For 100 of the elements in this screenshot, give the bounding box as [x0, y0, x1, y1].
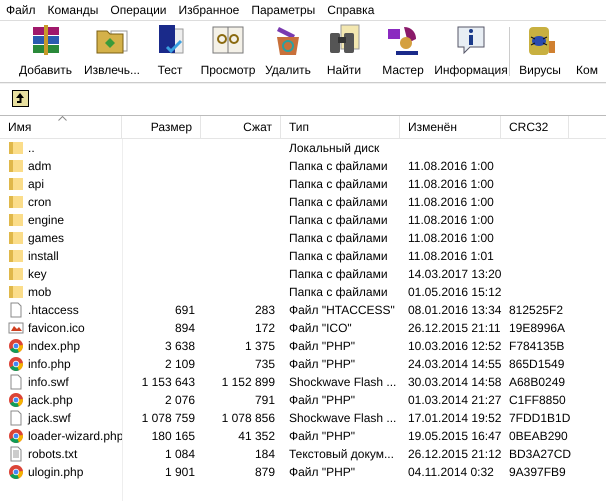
file-name[interactable]: info.php [28, 355, 71, 373]
table-cell-text: 2 109 [164, 356, 195, 373]
menu-item[interactable]: Команды [42, 1, 104, 19]
table-cell-text: Shockwave Flash ... [289, 410, 396, 427]
table-cell-text: 41 352 [238, 428, 275, 445]
column-header[interactable]: Размер [122, 116, 201, 138]
folder-icon [8, 284, 24, 300]
browser-icon [8, 356, 24, 372]
file-name[interactable]: ulogin.php [28, 463, 84, 481]
column-header[interactable]: Сжат [201, 116, 281, 138]
folder-icon [8, 194, 24, 210]
table-cell-text: 1 078 856 [222, 410, 275, 427]
file-name[interactable]: favicon.ico [28, 319, 85, 337]
browser-icon [8, 338, 24, 354]
table-cell-text: Файл "PHP" [289, 428, 356, 445]
file-name[interactable]: info.swf [28, 373, 69, 391]
table-cell-text: 791 [254, 392, 275, 409]
menu-item[interactable]: Файл [0, 1, 42, 19]
table-cell-text: Папка с файлами [289, 194, 388, 211]
table-cell-text: 11.08.2016 1:00 [408, 176, 494, 193]
table-cell-text: Папка с файлами [289, 266, 388, 283]
file-name[interactable]: loader-wizard.php [28, 427, 124, 445]
toolbar-button[interactable]: Просмотр [197, 21, 259, 82]
table-cell-text: 11.08.2016 1:00 [408, 230, 494, 247]
file-name[interactable]: mob [28, 283, 52, 301]
table-cell-text: Файл "PHP" [289, 338, 356, 355]
file-icon [8, 410, 24, 426]
folder-icon [8, 248, 24, 264]
menu-item[interactable]: Операции [104, 1, 172, 19]
table-cell-text: 10.03.2016 12:52 [408, 338, 502, 355]
toolbar-button[interactable]: Тест [143, 21, 197, 82]
menu-item[interactable]: Параметры [245, 1, 322, 19]
table-cell-text: 735 [254, 356, 275, 373]
table-cell-text: 1 153 643 [142, 374, 195, 391]
table-cell-text: 1 901 [164, 464, 195, 481]
up-button[interactable] [12, 90, 29, 106]
table-cell-text: 865D1549 [509, 356, 564, 373]
file-name[interactable]: games [28, 229, 64, 247]
file-name[interactable]: install [28, 247, 59, 265]
table-cell-text: Папка с файлами [289, 248, 388, 265]
toolbar-button[interactable]: Информация [435, 21, 507, 82]
browser-icon [8, 464, 24, 480]
file-name[interactable]: jack.php [28, 391, 73, 409]
toolbar-button[interactable]: Ком [568, 21, 606, 82]
file-name[interactable]: jack.swf [28, 409, 71, 427]
toolbar-button[interactable]: Извлечь... [81, 21, 143, 82]
image-file-icon [8, 320, 24, 336]
table-cell-text: Папка с файлами [289, 284, 388, 301]
file-name[interactable]: .htaccess [28, 301, 79, 319]
file-name[interactable]: cron [28, 193, 52, 211]
file-icon [8, 302, 24, 318]
column-header[interactable]: CRC32 [501, 116, 569, 138]
table-cell-text: 184 [254, 446, 275, 463]
column-header[interactable]: Изменён [400, 116, 501, 138]
table-cell-text: 2 076 [164, 392, 195, 409]
table-cell-text: 14.03.2017 13:20 [408, 266, 502, 283]
column-header[interactable]: Тип [281, 116, 400, 138]
table-cell-text: 19.05.2015 16:47 [408, 428, 502, 445]
column-header[interactable]: Имя [0, 116, 122, 138]
file-name[interactable]: key [28, 265, 47, 283]
up-arrow-icon [15, 92, 26, 104]
file-name[interactable]: robots.txt [28, 445, 78, 463]
table-cell-text: 04.11.2014 0:32 [408, 464, 494, 481]
table-cell-text: 01.05.2016 15:12 [408, 284, 502, 301]
menu-item[interactable]: Справка [321, 1, 380, 19]
table-cell-text: 172 [254, 320, 275, 337]
toolbar-button[interactable]: Найти [317, 21, 371, 82]
table-cell-text: 0BEAB290 [509, 428, 568, 445]
table-cell-text: 180 165 [152, 428, 195, 445]
folder-icon [8, 266, 24, 282]
file-name[interactable]: index.php [28, 337, 80, 355]
toolbar-button[interactable]: Мастер [371, 21, 435, 82]
file-name[interactable]: adm [28, 157, 52, 175]
browser-icon [8, 392, 24, 408]
table-cell-text: 812525F2 [509, 302, 564, 319]
folder-icon [8, 176, 24, 192]
toolbar-button[interactable]: Вирусы [512, 21, 568, 82]
table-cell-text: 1 375 [244, 338, 275, 355]
table-cell-text: 283 [254, 302, 275, 319]
toolbar-button[interactable]: Удалить [259, 21, 317, 82]
menu-item[interactable]: Избранное [172, 1, 246, 19]
toolbar-button[interactable]: Добавить [10, 21, 81, 82]
table-cell-text: Файл "PHP" [289, 464, 356, 481]
file-name[interactable]: .. [28, 139, 35, 157]
table-cell-text: Файл "PHP" [289, 356, 356, 373]
table-cell-text: 691 [174, 302, 195, 319]
table-cell-text: 19E8996A [509, 320, 566, 337]
table-cell-text: Файл "ICO" [289, 320, 352, 337]
file-name[interactable]: engine [28, 211, 64, 229]
table-cell-text: 7FDD1B1D [509, 410, 570, 427]
table-cell-text: Файл "HTACCESS" [289, 302, 395, 319]
browser-icon [8, 428, 24, 444]
table-cell-text: 08.01.2016 13:34 [408, 302, 502, 319]
table-cell-text: 17.01.2014 19:52 [408, 410, 502, 427]
table-cell-text: F784135B [509, 338, 564, 355]
file-name[interactable]: api [28, 175, 44, 193]
table-cell-text: 26.12.2015 21:11 [408, 320, 501, 337]
table-cell-text: Файл "PHP" [289, 392, 356, 409]
table-cell-text: 894 [174, 320, 195, 337]
table-cell-text: 26.12.2015 21:12 [408, 446, 502, 463]
